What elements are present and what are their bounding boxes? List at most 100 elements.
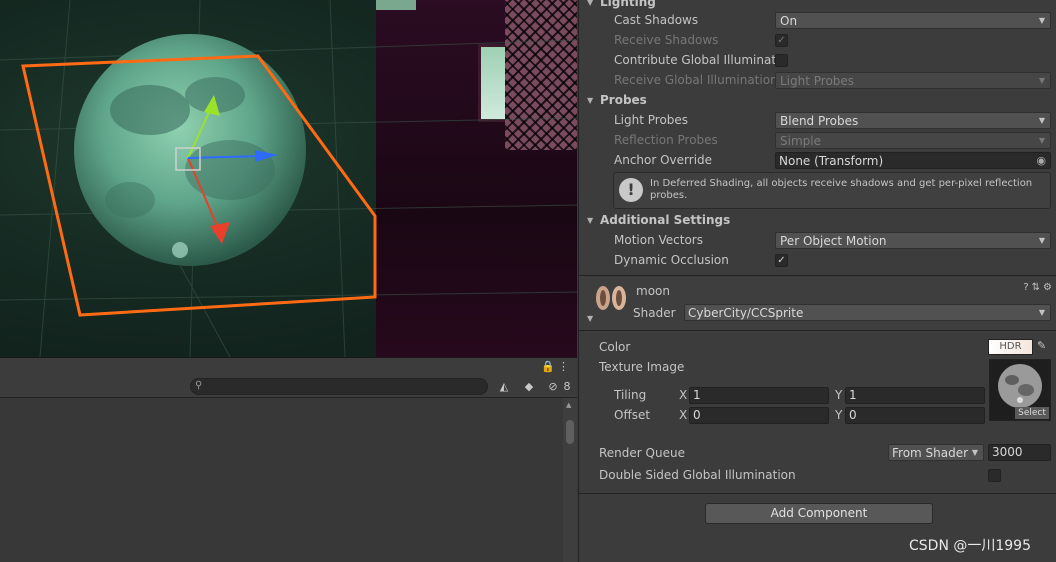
motion-vectors-row: Motion Vectors Per Object Motion ▼ — [579, 230, 1056, 250]
light-probes-label: Light Probes — [614, 113, 689, 127]
render-queue-mode-dropdown[interactable]: From Shader ▼ — [888, 444, 984, 461]
lighting-title: Lighting — [600, 0, 656, 9]
material-preview-icon — [596, 286, 626, 310]
panel-header: 🔒 ⋮ — [0, 358, 577, 376]
receive-shadows-checkbox: ✓ — [775, 34, 788, 47]
search-input[interactable] — [207, 379, 481, 394]
helpbox-message: In Deferred Shading, all objects receive… — [650, 178, 1033, 201]
additional-settings-title: Additional Settings — [600, 213, 731, 227]
tiling-label: Tiling — [614, 388, 647, 402]
contribute-gi-label: Contribute Global Illuminatio — [614, 53, 787, 67]
receive-gi-label: Receive Global Illumination — [614, 73, 778, 87]
anchor-override-row: Anchor Override None (Transform) ◉ — [579, 150, 1056, 170]
dynamic-occlusion-label: Dynamic Occlusion — [614, 253, 729, 267]
hierarchy-panel: 🔒 ⋮ ⚲ ◭ ◆ ⊘ 8 ▲ — [0, 357, 577, 562]
material-divider — [579, 330, 1056, 331]
add-component-divider — [579, 493, 1056, 494]
offset-x-field[interactable]: 0 — [689, 407, 829, 424]
foldout-arrow-icon: ▼ — [587, 0, 594, 7]
dropdown-arrow-icon: ▼ — [1038, 236, 1045, 245]
additional-settings-foldout[interactable]: ▼ Additional Settings — [579, 210, 1056, 230]
watermark-text: CSDN @一川1995 — [909, 538, 1031, 554]
texture-image-label: Texture Image — [599, 360, 685, 374]
dropdown-arrow-icon: ▼ — [1038, 116, 1045, 125]
dynamic-occlusion-checkbox[interactable]: ✓ — [775, 254, 788, 267]
color-swatch[interactable]: HDR — [988, 339, 1033, 355]
scene-view[interactable] — [0, 0, 577, 357]
anchor-override-label: Anchor Override — [614, 153, 713, 167]
cast-shadows-value: On — [780, 14, 798, 28]
light-probes-row: Light Probes Blend Probes ▼ — [579, 110, 1056, 130]
dropdown-arrow-icon: ▼ — [1038, 16, 1045, 25]
scroll-up-arrow-icon[interactable]: ▲ — [566, 401, 571, 409]
material-name: moon — [636, 284, 670, 298]
probes-title: Probes — [600, 93, 647, 107]
cast-shadows-dropdown[interactable]: On ▼ — [775, 12, 1051, 29]
texture-select-button[interactable]: Select — [1015, 407, 1049, 419]
motion-vectors-value: Per Object Motion — [780, 234, 887, 248]
render-queue-value-field[interactable]: 3000 — [988, 444, 1051, 461]
offset-label: Offset — [614, 408, 651, 422]
offset-y-axis-label: Y — [835, 408, 843, 422]
reflection-probes-label: Reflection Probes — [614, 133, 718, 147]
material-header: moon ▼ ?⇅⚙ Shader CyberCity/CCSprite ▼ — [579, 276, 1056, 330]
panel-toolbar: ⚲ ◭ ◆ ⊘ 8 — [0, 376, 577, 398]
color-label: Color — [599, 340, 631, 354]
render-queue-label: Render Queue — [599, 446, 685, 460]
moon-sprite — [74, 34, 306, 266]
object-picker-icon[interactable]: ◉ — [1036, 154, 1046, 167]
dynamic-occlusion-row: Dynamic Occlusion ✓ — [579, 250, 1056, 270]
offset-y-field[interactable]: 0 — [845, 407, 985, 424]
visibility-count: 8 — [563, 380, 571, 393]
panel-menu-icon[interactable]: ⋮ — [558, 359, 569, 375]
shader-dropdown[interactable]: CyberCity/CCSprite ▼ — [684, 304, 1051, 321]
foldout-arrow-icon[interactable]: ▼ — [587, 314, 593, 323]
reflection-probes-value: Simple — [780, 134, 821, 148]
reflection-probes-dropdown: Simple ▼ — [775, 132, 1051, 149]
tiling-x-field[interactable]: 1 — [689, 387, 829, 404]
receive-gi-dropdown: Light Probes ▼ — [775, 72, 1051, 89]
scene-canvas — [0, 0, 577, 357]
render-queue-mode-value: From Shader — [892, 446, 969, 460]
anchor-override-field[interactable]: None (Transform) ◉ — [775, 152, 1051, 169]
receive-shadows-row: Receive Shadows ✓ — [579, 30, 1056, 50]
motion-vectors-dropdown[interactable]: Per Object Motion ▼ — [775, 232, 1051, 249]
search-icon: ⚲ — [195, 380, 203, 391]
dropdown-arrow-icon: ▼ — [1038, 76, 1045, 85]
inspector-panel: ▼ Lighting Cast Shadows On ▼ Receive Sha… — [578, 0, 1056, 562]
material-header-icons[interactable]: ?⇅⚙ — [1023, 282, 1055, 293]
tiling-x-axis-label: X — [679, 388, 688, 402]
contribute-gi-checkbox[interactable] — [775, 54, 788, 67]
filter-by-type-icon[interactable]: ◭ — [495, 379, 513, 395]
tiling-y-axis-label: Y — [835, 388, 843, 402]
shader-label: Shader — [633, 306, 676, 320]
info-icon: ! — [619, 178, 643, 202]
dropdown-arrow-icon: ▼ — [971, 448, 978, 457]
search-field[interactable]: ⚲ — [190, 378, 488, 395]
add-component-button[interactable]: Add Component — [705, 503, 933, 524]
deferred-shading-helpbox: ! In Deferred Shading, all objects recei… — [613, 172, 1051, 209]
foldout-arrow-icon: ▼ — [587, 216, 594, 225]
lock-icon[interactable]: 🔒 — [541, 359, 555, 375]
double-sided-gi-label: Double Sided Global Illumination — [599, 468, 796, 482]
receive-shadows-label: Receive Shadows — [614, 33, 719, 47]
texture-slot[interactable]: Select — [989, 359, 1051, 421]
double-sided-gi-checkbox[interactable] — [988, 469, 1001, 482]
shader-value: CyberCity/CCSprite — [688, 306, 804, 320]
offset-x-axis-label: X — [679, 408, 688, 422]
scroll-thumb[interactable] — [566, 420, 574, 444]
dropdown-arrow-icon: ▼ — [1038, 308, 1045, 317]
cast-shadows-row: Cast Shadows On ▼ — [579, 10, 1056, 30]
light-probes-dropdown[interactable]: Blend Probes ▼ — [775, 112, 1051, 129]
receive-gi-value: Light Probes — [780, 74, 855, 88]
hidden-eye-icon[interactable]: ⊘ — [546, 379, 560, 395]
tiling-y-field[interactable]: 1 — [845, 387, 985, 404]
contribute-gi-row: Contribute Global Illuminatio — [579, 50, 1056, 70]
label-tag-icon[interactable]: ◆ — [520, 379, 538, 395]
eyedropper-icon[interactable]: ✎ — [1037, 339, 1051, 355]
light-probes-value: Blend Probes — [780, 114, 859, 128]
reflection-probes-row: Reflection Probes Simple ▼ — [579, 130, 1056, 150]
probes-foldout[interactable]: ▼ Probes — [579, 90, 1056, 110]
anchor-override-value: None (Transform) — [779, 154, 884, 168]
motion-vectors-label: Motion Vectors — [614, 233, 703, 247]
